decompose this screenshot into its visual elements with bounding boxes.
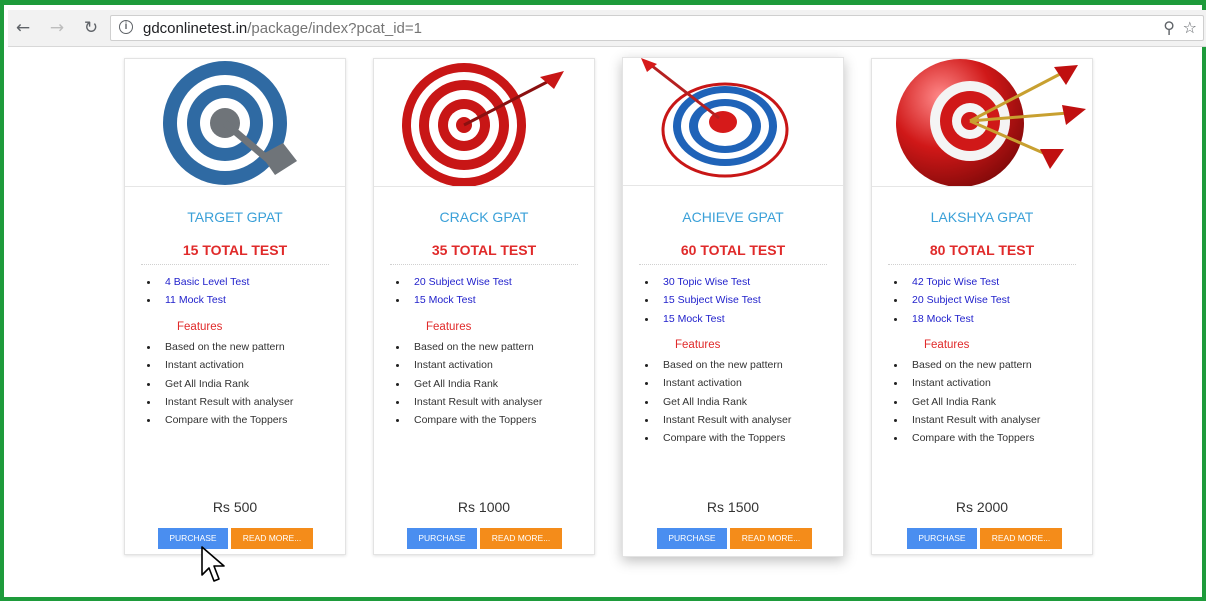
list-item: Get All India Rank xyxy=(396,375,542,393)
read-more-button[interactable]: READ MORE... xyxy=(480,528,562,549)
red-dartboard-icon xyxy=(402,63,564,186)
package-image xyxy=(872,59,1092,187)
features-list: Based on the new pattern Instant activat… xyxy=(645,356,791,447)
list-item: Compare with the Toppers xyxy=(147,411,293,429)
price: Rs 1000 xyxy=(457,499,511,515)
features-heading: Features xyxy=(924,339,970,351)
app-frame: ← → ↻ i gdconlinetest.in/package/index?p… xyxy=(0,0,1206,601)
list-item: Instant Result with analyser xyxy=(894,411,1040,429)
list-item: 15 Mock Test xyxy=(396,291,512,309)
divider xyxy=(141,264,329,265)
mouse-pointer-icon xyxy=(201,546,225,582)
purchase-button[interactable]: PURCHASE xyxy=(407,528,477,549)
forward-arrow-icon[interactable]: → xyxy=(46,17,68,39)
zoom-icon[interactable]: ⚲ xyxy=(1163,18,1175,37)
package-image xyxy=(623,58,843,186)
features-list: Based on the new pattern Instant activat… xyxy=(147,338,293,429)
tests-list: 30 Topic Wise Test 15 Subject Wise Test … xyxy=(645,273,761,328)
list-item: Compare with the Toppers xyxy=(894,429,1040,447)
package-card-lakshya: LAKSHYA GPAT 80 TOTAL TEST 42 Topic Wise… xyxy=(871,58,1093,555)
list-item: Based on the new pattern xyxy=(396,338,542,356)
list-item: Instant activation xyxy=(147,356,293,374)
divider xyxy=(888,264,1076,265)
list-item: Based on the new pattern xyxy=(894,356,1040,374)
total-tests: 60 TOTAL TEST xyxy=(680,242,786,258)
blue-target-icon xyxy=(163,61,297,185)
list-item: 11 Mock Test xyxy=(147,291,249,309)
price: Rs 2000 xyxy=(955,499,1009,515)
list-item: Get All India Rank xyxy=(147,375,293,393)
features-heading: Features xyxy=(177,321,223,333)
read-more-button[interactable]: READ MORE... xyxy=(980,528,1062,549)
read-more-button[interactable]: READ MORE... xyxy=(231,528,313,549)
package-title: CRACK GPAT xyxy=(439,209,529,225)
tests-list: 42 Topic Wise Test 20 Subject Wise Test … xyxy=(894,273,1010,328)
features-list: Based on the new pattern Instant activat… xyxy=(396,338,542,429)
list-item: Based on the new pattern xyxy=(147,338,293,356)
url-host: gdconlinetest.in xyxy=(143,20,248,37)
list-item: Compare with the Toppers xyxy=(396,411,542,429)
browser-toolbar: ← → ↻ i gdconlinetest.in/package/index?p… xyxy=(8,10,1206,47)
total-tests: 15 TOTAL TEST xyxy=(182,242,288,258)
bookmark-star-icon[interactable]: ☆ xyxy=(1183,18,1197,37)
tests-list: 4 Basic Level Test 11 Mock Test xyxy=(147,273,249,310)
list-item: 30 Topic Wise Test xyxy=(645,273,761,291)
package-card-achieve: ACHIEVE GPAT 60 TOTAL TEST 30 Topic Wise… xyxy=(622,57,844,557)
package-title: ACHIEVE GPAT xyxy=(682,209,784,225)
list-item: 4 Basic Level Test xyxy=(147,273,249,291)
back-arrow-icon[interactable]: ← xyxy=(12,17,34,39)
list-item: 20 Subject Wise Test xyxy=(396,273,512,291)
list-item: 18 Mock Test xyxy=(894,310,1010,328)
features-list: Based on the new pattern Instant activat… xyxy=(894,356,1040,447)
purchase-button[interactable]: PURCHASE xyxy=(907,528,977,549)
list-item: Instant Result with analyser xyxy=(396,393,542,411)
list-item: Instant Result with analyser xyxy=(645,411,791,429)
tests-list: 20 Subject Wise Test 15 Mock Test xyxy=(396,273,512,310)
list-item: Instant Result with analyser xyxy=(147,393,293,411)
list-item: 15 Subject Wise Test xyxy=(645,291,761,309)
list-item: Get All India Rank xyxy=(894,393,1040,411)
list-item: Instant activation xyxy=(894,374,1040,392)
blue-bullseye-arrow-icon xyxy=(641,58,789,178)
read-more-button[interactable]: READ MORE... xyxy=(730,528,812,549)
divider xyxy=(390,264,578,265)
address-bar[interactable]: i gdconlinetest.in/package/index?pcat_id… xyxy=(110,15,1204,41)
url-path: /package/index?pcat_id=1 xyxy=(247,20,422,37)
list-item: 15 Mock Test xyxy=(645,310,761,328)
list-item: Instant activation xyxy=(396,356,542,374)
total-tests: 80 TOTAL TEST xyxy=(929,242,1035,258)
purchase-button[interactable]: PURCHASE xyxy=(657,528,727,549)
list-item: Compare with the Toppers xyxy=(645,429,791,447)
package-card-crack: CRACK GPAT 35 TOTAL TEST 20 Subject Wise… xyxy=(373,58,595,555)
price: Rs 500 xyxy=(212,499,258,515)
list-item: Instant activation xyxy=(645,374,791,392)
list-item: 42 Topic Wise Test xyxy=(894,273,1010,291)
package-title: TARGET GPAT xyxy=(187,209,283,225)
features-heading: Features xyxy=(426,321,472,333)
reload-icon[interactable]: ↻ xyxy=(80,17,102,39)
price: Rs 1500 xyxy=(706,499,760,515)
url-text[interactable]: gdconlinetest.in/package/index?pcat_id=1 xyxy=(143,20,422,37)
divider xyxy=(639,264,827,265)
list-item: Based on the new pattern xyxy=(645,356,791,374)
package-image xyxy=(374,59,594,187)
list-item: Get All India Rank xyxy=(645,393,791,411)
package-image xyxy=(125,59,345,187)
total-tests: 35 TOTAL TEST xyxy=(431,242,537,258)
package-card-target: TARGET GPAT 15 TOTAL TEST 4 Basic Level … xyxy=(124,58,346,555)
package-title: LAKSHYA GPAT xyxy=(930,209,1034,225)
features-heading: Features xyxy=(675,339,721,351)
info-icon[interactable]: i xyxy=(119,20,133,34)
list-item: 20 Subject Wise Test xyxy=(894,291,1010,309)
red-ball-darts-icon xyxy=(896,59,1086,186)
